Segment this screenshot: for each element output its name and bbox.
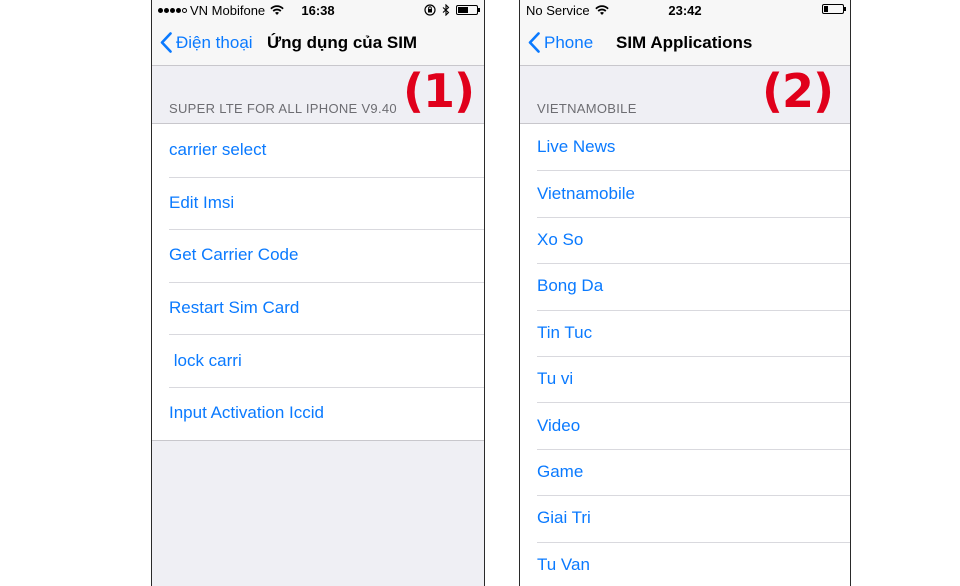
section-header: SUPER LTE FOR ALL IPHONE V9.40 xyxy=(169,101,397,116)
sim-app-list: carrier select Edit Imsi Get Carrier Cod… xyxy=(152,123,484,441)
annotation-marker-1: (1) xyxy=(403,64,475,118)
list-item-xo-so[interactable]: Xo So xyxy=(520,216,850,263)
back-label: Phone xyxy=(544,32,594,52)
navigation-bar: Phone SIM Applications xyxy=(520,22,850,66)
list-item-lock-carri[interactable]: lock carri xyxy=(152,334,484,387)
sim-app-list: Live News Vietnamobile Xo So Bong Da Tin… xyxy=(520,123,850,586)
list-item-video[interactable]: Video xyxy=(520,402,850,448)
clock: 23:42 xyxy=(668,3,702,18)
bluetooth-icon xyxy=(442,4,450,16)
list-item-bong-da[interactable]: Bong Da xyxy=(520,263,850,309)
section-header: VIETNAMOBILE xyxy=(537,101,637,116)
battery-icon xyxy=(822,4,846,14)
status-bar: No Service 23:42 xyxy=(520,0,850,22)
navigation-bar: Điện thoại Ứng dụng của SIM xyxy=(152,22,484,66)
list-item-carrier-select[interactable]: carrier select xyxy=(152,124,484,177)
chevron-left-icon xyxy=(528,32,540,53)
list-item-restart-sim-card[interactable]: Restart Sim Card xyxy=(152,281,484,335)
back-button[interactable]: Điện thoại xyxy=(160,32,253,53)
list-item-get-carrier-code[interactable]: Get Carrier Code xyxy=(152,229,484,282)
page-title: SIM Applications xyxy=(616,33,753,52)
list-item-live-news[interactable]: Live News xyxy=(520,124,850,170)
list-item-input-activation-iccid[interactable]: Input Activation Iccid xyxy=(152,386,484,440)
battery-icon xyxy=(456,5,480,15)
page-title: Ứng dụng của SIM xyxy=(267,33,418,52)
back-label: Điện thoại xyxy=(176,32,253,52)
list-item-tin-tuc[interactable]: Tin Tuc xyxy=(520,309,850,356)
list-item-game[interactable]: Game xyxy=(520,448,850,495)
orientation-lock-icon xyxy=(424,4,436,16)
annotation-marker-2: (2) xyxy=(762,64,834,118)
list-item-vietnamobile[interactable]: Vietnamobile xyxy=(520,170,850,216)
list-item-tu-vi[interactable]: Tu vi xyxy=(520,355,850,402)
list-item-edit-imsi[interactable]: Edit Imsi xyxy=(152,176,484,230)
back-button[interactable]: Phone xyxy=(528,32,593,53)
status-bar: VN Mobifone 16:38 xyxy=(152,0,484,22)
list-item-giai-tri[interactable]: Giai Tri xyxy=(520,495,850,541)
chevron-left-icon xyxy=(160,32,172,53)
list-item-tu-van[interactable]: Tu Van xyxy=(520,541,850,586)
